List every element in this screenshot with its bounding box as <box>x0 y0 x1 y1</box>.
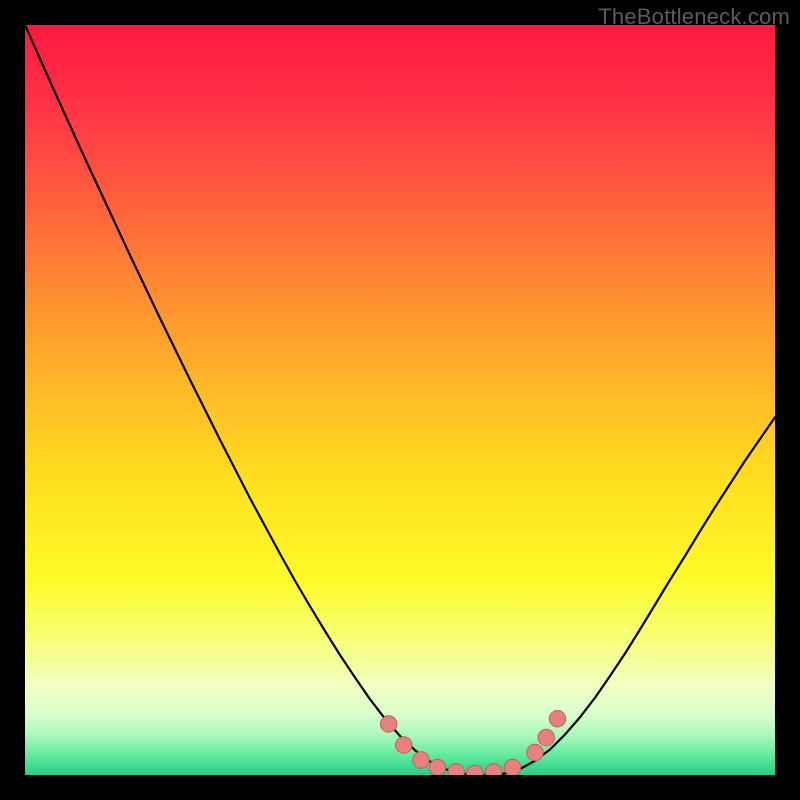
marker-dot <box>381 716 398 733</box>
gradient-background <box>25 25 775 775</box>
plot-area <box>25 25 775 775</box>
marker-dot <box>413 752 430 769</box>
marker-dot <box>504 759 521 775</box>
bottleneck-curve-chart <box>25 25 775 775</box>
watermark-text: TheBottleneck.com <box>598 4 790 30</box>
marker-dot <box>429 759 446 775</box>
marker-dot <box>538 729 555 746</box>
marker-dot <box>396 737 413 754</box>
marker-dot <box>549 711 566 728</box>
marker-dot <box>486 764 503 775</box>
marker-dot <box>448 764 465 775</box>
marker-dot <box>527 744 544 761</box>
chart-frame: TheBottleneck.com <box>0 0 800 800</box>
